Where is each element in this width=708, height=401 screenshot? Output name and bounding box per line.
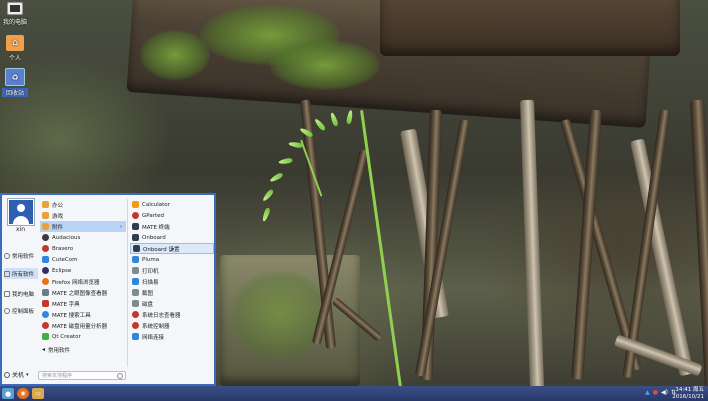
app-calculator[interactable]: Calculator (130, 199, 214, 210)
chevron-left-icon: ◂ (42, 346, 46, 353)
audacious-icon (42, 234, 49, 241)
app-onboard-settings[interactable]: Onboard 设置 ➚ (130, 243, 214, 254)
log-viewer-icon (132, 311, 139, 318)
settings-icon (4, 307, 10, 314)
firefox-icon (42, 278, 49, 285)
network-icon (132, 333, 139, 340)
sidebar-item-common[interactable]: 常用软件 (4, 250, 38, 261)
app-system-monitor[interactable]: 系统控制器 (130, 320, 214, 331)
taskbar-clock[interactable]: 14:41 周五 2016/10/21 (672, 387, 704, 400)
brasero-icon (42, 245, 49, 252)
app-mate-image-viewer[interactable]: MATE 之眼图像查看器 (40, 287, 126, 298)
category-accessories[interactable]: 附件 › (40, 221, 126, 232)
user-name: xin (16, 226, 26, 233)
app-mate-dictionary[interactable]: MATE 字典 (40, 298, 126, 309)
calculator-icon (132, 201, 139, 208)
app-scanner[interactable]: 扫描易 (130, 276, 214, 287)
app-printers[interactable]: 打印机 (130, 265, 214, 276)
back-to-common-button[interactable]: ◂ 常用软件 (40, 344, 126, 355)
eclipse-icon (42, 267, 49, 274)
desktop-icon-trash[interactable]: ♻ 回收站 (2, 68, 28, 97)
app-mate-disk-usage[interactable]: MATE 磁盘用量分析器 (40, 320, 126, 331)
firefox-icon: ◉ (20, 390, 26, 397)
qt-creator-icon (42, 333, 49, 340)
app-mate-search-tool[interactable]: MATE 搜索工具 (40, 309, 126, 320)
computer-icon (4, 290, 10, 297)
category-games[interactable]: 游戏 (40, 210, 126, 221)
volume-icon[interactable]: ◀) (661, 389, 668, 396)
taskbar-firefox[interactable]: ◉ (17, 388, 29, 399)
app-gparted[interactable]: GParted (130, 210, 214, 221)
alert-icon[interactable]: ● (653, 389, 658, 396)
clock-icon (4, 252, 10, 259)
update-icon[interactable]: ▲ (645, 389, 650, 396)
taskbar: ● ◉ ▭ ▲ ● ◀) ⇅ 14:41 周五 2016/10/21 (0, 386, 708, 401)
app-cutecom[interactable]: CuteCom (40, 254, 126, 265)
folder-icon (42, 223, 49, 230)
grid-icon (4, 270, 10, 277)
category-list: 办公 游戏 附件 › Audacious Brasero CuteCom Ecl… (40, 199, 126, 355)
desktop-icon-label: 我的电脑 (2, 19, 27, 26)
app-mate-terminal[interactable]: MATE 终端 (130, 221, 214, 232)
app-firefox[interactable]: Firefox 网络浏览器 (40, 276, 126, 287)
disk-usage-icon (42, 322, 49, 329)
dictionary-icon (42, 300, 49, 307)
start-button[interactable]: ● (2, 388, 14, 399)
app-pluma[interactable]: Pluma (130, 254, 214, 265)
accessories-app-list: Calculator GParted MATE 终端 Onboard Onboa… (130, 199, 214, 342)
app-onboard[interactable]: Onboard (130, 232, 214, 243)
search-input[interactable]: 搜索本地程序 (38, 371, 126, 380)
home-folder-icon: ⌂ (6, 35, 24, 51)
app-network-connections[interactable]: 网络连接 (130, 331, 214, 342)
mouse-cursor-icon: ➚ (169, 246, 175, 254)
cutecom-icon (42, 256, 49, 263)
category-office[interactable]: 办公 (40, 199, 126, 210)
gparted-icon (132, 212, 139, 219)
desktop-icon-label: 个人 (8, 55, 21, 62)
folder-icon (42, 212, 49, 219)
app-screenshot[interactable]: 截图 (130, 287, 214, 298)
folder-icon: ▭ (35, 390, 41, 397)
image-viewer-icon (42, 289, 49, 296)
printer-icon (132, 267, 139, 274)
sidebar-item-computer[interactable]: 我的电脑 (4, 288, 38, 299)
app-eclipse[interactable]: Eclipse (40, 265, 126, 276)
scanner-icon (132, 278, 139, 285)
chevron-down-icon: ▾ (26, 371, 29, 378)
desktop-icon-home[interactable]: ⌂ 个人 (2, 35, 28, 62)
app-system-log[interactable]: 系统日志查看器 (130, 309, 214, 320)
power-icon (4, 371, 10, 378)
start-menu-icon: ● (4, 389, 12, 398)
search-tool-icon (42, 311, 49, 318)
sidebar-item-all-apps[interactable]: 所有软件 (4, 268, 38, 279)
shutdown-button[interactable]: 关机 ▾ (4, 370, 29, 379)
system-monitor-icon (132, 322, 139, 329)
folder-icon (42, 201, 49, 208)
disk-icon (132, 300, 139, 307)
sidebar-item-control-panel[interactable]: 控制面板 (4, 305, 38, 316)
menu-divider (127, 199, 128, 367)
app-brasero[interactable]: Brasero (40, 243, 126, 254)
app-audacious[interactable]: Audacious (40, 232, 126, 243)
desktop-icon-label: 回收站 (2, 88, 28, 97)
terminal-icon (132, 223, 139, 230)
trash-icon: ♻ (5, 68, 25, 86)
app-disks[interactable]: 磁盘 (130, 298, 214, 309)
chevron-right-icon: › (120, 223, 122, 230)
app-qt-creator[interactable]: Qt Creator (40, 331, 126, 342)
computer-icon (7, 2, 23, 15)
keyboard-icon (132, 234, 139, 241)
screenshot-icon (132, 289, 139, 296)
keyboard-settings-icon (133, 245, 140, 252)
desktop-icon-computer[interactable]: 我的电脑 (2, 2, 28, 26)
text-editor-icon (132, 256, 139, 263)
taskbar-files[interactable]: ▭ (32, 388, 44, 399)
start-menu: xin 常用软件 所有软件 我的电脑 控制面板 办公 游戏 附件 › Audac… (0, 193, 216, 386)
user-avatar[interactable] (8, 199, 34, 225)
search-icon (117, 373, 123, 379)
